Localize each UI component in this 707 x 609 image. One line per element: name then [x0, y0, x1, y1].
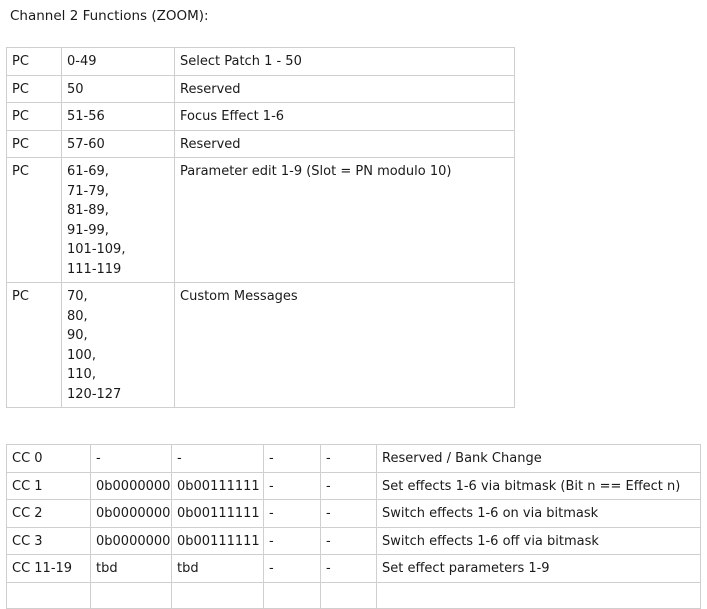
cc-max-cell: -	[171, 444, 264, 473]
cc-number-cell	[6, 581, 91, 609]
pc-range-line: 120-127	[67, 386, 122, 402]
cc-description-cell: Switch effects 1-6 on via bitmask	[376, 499, 701, 528]
cc-max-cell	[171, 581, 264, 609]
cc-description-cell: Set effect parameters 1-9	[376, 554, 701, 583]
pc-description-cell: Focus Effect 1-6	[174, 102, 515, 131]
cc-number-cell: CC 2	[6, 499, 91, 528]
cc-number-cell: CC 1	[6, 471, 91, 500]
table-row: CC 2 0b0000000 0b00111111- - Switch effects …	[6, 499, 701, 528]
cc-description-cell: Switch effects 1-6 off via bitmask	[376, 526, 701, 555]
program-change-table: PC 0-49 Select Patch 1 - 50 PC 50 Reserved PC 5…	[6, 47, 515, 408]
cc-col5-cell: -	[320, 499, 377, 528]
cc-min-cell	[90, 581, 172, 609]
pc-range-cell: 50	[61, 74, 175, 103]
cc-max-cell: 0b00111111	[171, 471, 264, 500]
table-row	[6, 581, 701, 609]
cc-col5-cell	[320, 581, 377, 609]
table-row: PC 50 Reserved	[6, 74, 515, 103]
pc-type-cell: PC	[6, 157, 62, 283]
cc-description-cell: Set effects 1-6 via bitmask (Bit n == Ef…	[376, 471, 701, 500]
pc-type-cell: PC	[6, 47, 62, 76]
pc-range-line: 100,	[67, 347, 96, 363]
table-row: PC 51-56 Focus Effect 1-6	[6, 102, 515, 131]
cc-col5-cell: -	[320, 554, 377, 583]
pc-range-line: 81-89,	[67, 203, 109, 218]
table-row: PC 0-49 Select Patch 1 - 50	[6, 47, 515, 76]
pc-range-line: 91-99,	[67, 222, 109, 238]
table-row: PC 61-69, 71-79, 81-89, 91-99, 101-109, 111-11…	[6, 157, 515, 283]
cc-max-cell: tbd	[171, 554, 264, 583]
pc-range-line: 0-49	[67, 54, 97, 69]
cc-col4-cell: -	[263, 499, 321, 528]
cc-col4-cell: -	[263, 444, 321, 473]
page-title: Channel 2 Functions (ZOOM):	[10, 8, 209, 24]
cc-col4-cell: -	[263, 554, 321, 583]
pc-range-line: 90,	[67, 328, 88, 343]
control-change-table: CC 0- - - - Reserved / Bank Change CC 1 0b0000…	[6, 444, 701, 609]
pc-description-cell: Select Patch 1 - 50	[174, 47, 515, 76]
pc-range-line: 50	[67, 81, 84, 97]
pc-range-line: 70,	[67, 289, 88, 304]
pc-range-line: 57-60	[67, 136, 105, 152]
cc-col4-cell: -	[263, 471, 321, 500]
cc-number-cell: CC 11-19	[6, 554, 91, 583]
pc-range-line: 110,	[67, 367, 96, 382]
table-row: CC 0- - - - Reserved / Bank Change	[6, 444, 701, 473]
cc-col4-cell: -	[263, 526, 321, 555]
cc-col4-cell	[263, 581, 321, 609]
table-row: CC 1 0b0000000 0b00111111- - Set effects 1-6…	[6, 471, 701, 500]
cc-min-cell: 0b0000000	[90, 526, 172, 555]
table-row: CC 11-19 tbd tbd - - Set effect parameters 1-…	[6, 554, 701, 583]
pc-description-cell: Parameter edit 1-9 (Slot = PN modulo 10)	[174, 157, 515, 283]
table-row: PC 70, 80, 90, 100, 110, 120-127 Custom Message…	[6, 282, 515, 408]
pc-type-cell: PC	[6, 282, 62, 408]
cc-description-cell	[376, 581, 701, 609]
cc-description-cell: Reserved / Bank Change	[376, 444, 701, 473]
pc-description-cell: Custom Messages	[174, 282, 515, 408]
pc-range-line: 80,	[67, 308, 88, 324]
table-row: PC 57-60 Reserved	[6, 129, 515, 158]
pc-range-cell: 57-60	[61, 129, 175, 158]
cc-min-cell: 0b0000000	[90, 471, 172, 500]
pc-range-cell: 61-69, 71-79, 81-89, 91-99, 101-109, 111-119	[61, 157, 175, 283]
cc-col5-cell: -	[320, 526, 377, 555]
cc-min-cell: tbd	[90, 554, 172, 583]
table-row: CC 3 0b0000000 0b00111111- - Switch effects …	[6, 526, 701, 555]
pc-description-cell: Reserved	[174, 74, 515, 103]
pc-range-line: 111-119	[67, 261, 122, 277]
pc-range-cell: 70, 80, 90, 100, 110, 120-127	[61, 282, 175, 408]
cc-col5-cell: -	[320, 444, 377, 473]
cc-min-cell: -	[90, 444, 172, 473]
cc-min-cell: 0b0000000	[90, 499, 172, 528]
cc-number-cell: CC 3	[6, 526, 91, 555]
cc-col5-cell: -	[320, 471, 377, 500]
pc-range-line: 51-56	[67, 109, 105, 124]
pc-type-cell: PC	[6, 129, 62, 158]
pc-range-line: 71-79,	[67, 183, 109, 199]
cc-number-cell: CC 0	[6, 444, 91, 473]
pc-range-line: 101-109,	[67, 242, 126, 257]
cc-max-cell: 0b00111111	[171, 526, 264, 555]
pc-type-cell: PC	[6, 74, 62, 103]
cc-max-cell: 0b00111111	[171, 499, 264, 528]
pc-range-cell: 51-56	[61, 102, 175, 131]
pc-description-cell: Reserved	[174, 129, 515, 158]
pc-type-cell: PC	[6, 102, 62, 131]
pc-range-cell: 0-49	[61, 47, 175, 76]
pc-range-line: 61-69,	[67, 164, 109, 179]
